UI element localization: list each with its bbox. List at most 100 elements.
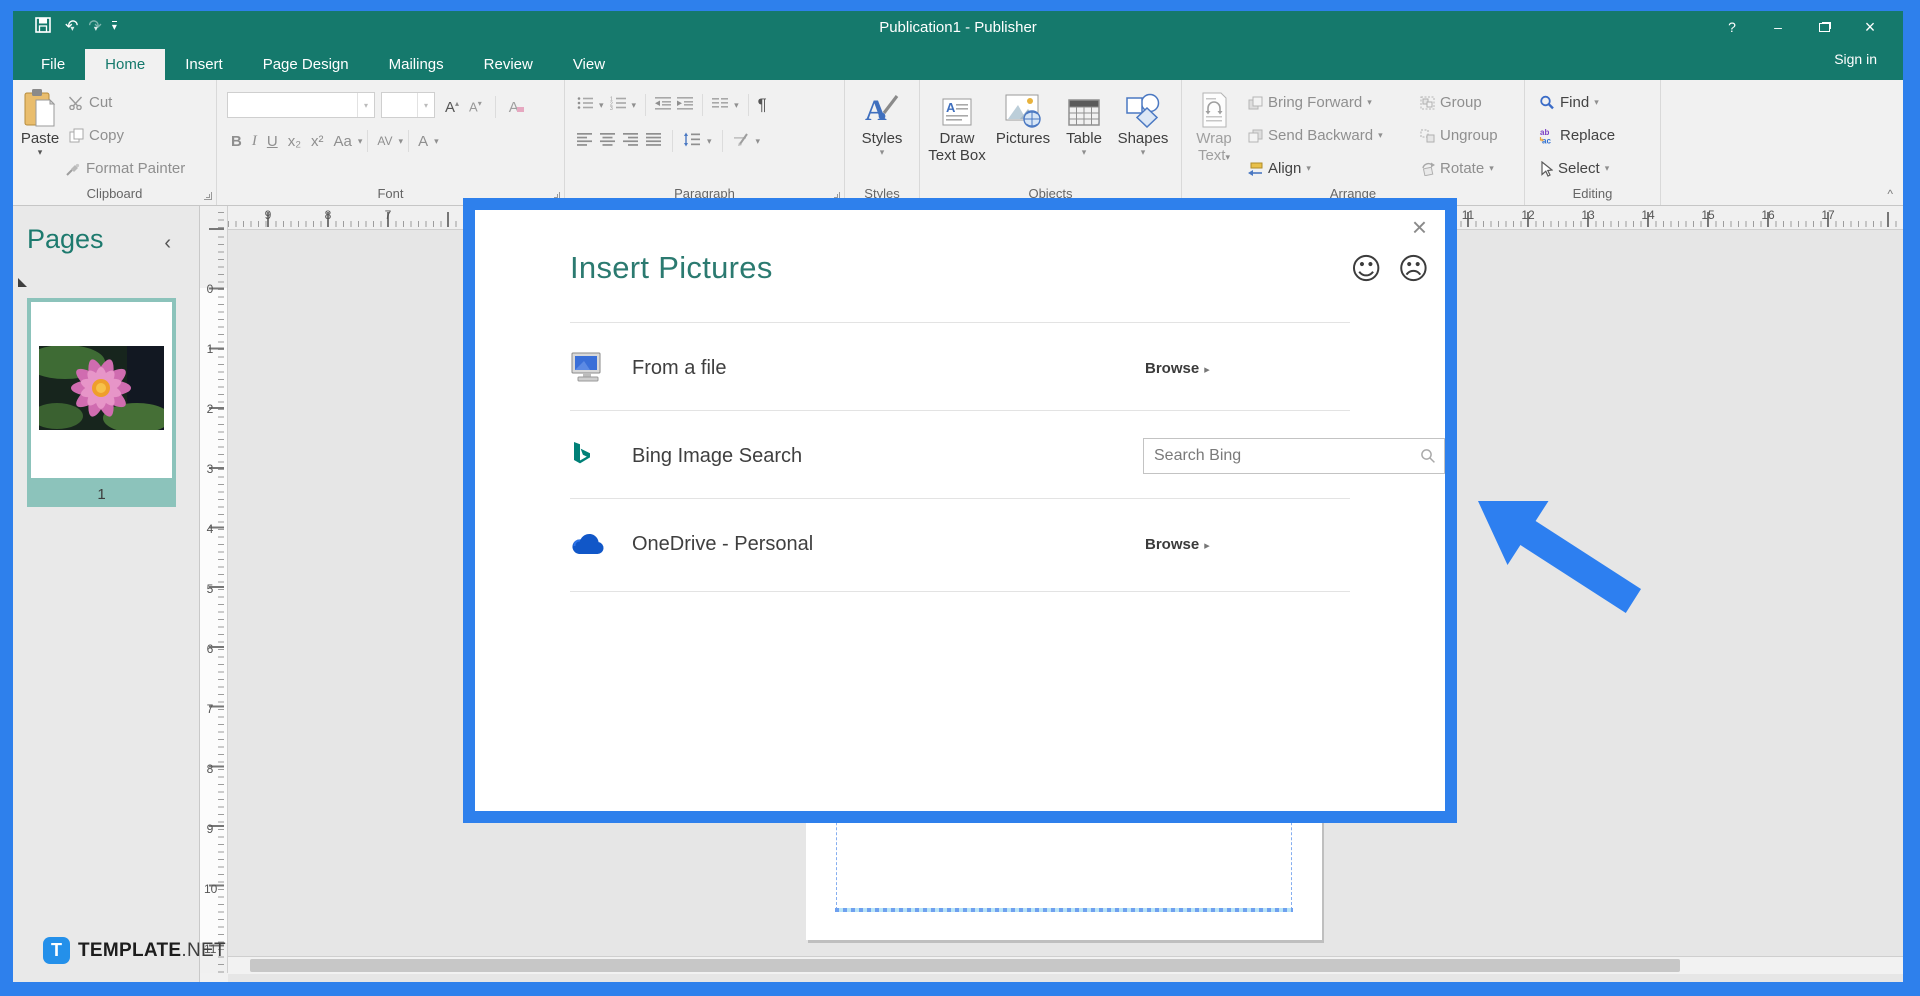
vertical-ruler[interactable]: 0 1 2 3 4 5 6 7 8 9 10 11 [200,206,228,973]
tab-page-design[interactable]: Page Design [243,49,369,80]
v-ruler-number: 8 [204,762,216,776]
dialog-close-button[interactable]: × [1412,214,1427,240]
bold-button[interactable]: B [227,133,246,150]
save-icon[interactable] [35,17,51,37]
tab-file[interactable]: File [21,49,85,80]
scrollbar-thumb[interactable] [250,959,1680,972]
font-name-caret-icon[interactable]: ▾ [357,93,374,117]
font-size-combo[interactable]: ▾ [381,92,435,118]
v-ruler-number: 5 [204,582,216,596]
send-backward-caret-icon: ▾ [1378,130,1383,141]
insert-pictures-button[interactable]: Pictures [990,86,1056,147]
group-button[interactable]: Group [1420,94,1482,111]
align-center-button[interactable] [600,132,616,150]
change-case-button[interactable]: Aa [330,133,356,150]
borders-button[interactable] [733,132,749,150]
customize-qat-icon[interactable]: ▾ [112,21,117,33]
horizontal-scrollbar[interactable] [228,956,1903,974]
font-size-caret-icon[interactable]: ▾ [417,93,434,117]
bullets-button[interactable] [577,96,593,114]
columns-button[interactable] [712,96,728,114]
rotate-button[interactable]: Rotate ▾ [1420,160,1494,177]
font-name-combo[interactable]: ▾ [227,92,375,118]
clipboard-dialog-launcher-icon[interactable] [204,192,212,200]
styles-button[interactable]: A Styles ▾ [853,86,911,158]
cut-button[interactable]: Cut [69,94,112,111]
show-paragraph-marks-button[interactable]: ¶ [758,95,767,115]
character-spacing-button[interactable]: AV [373,134,396,148]
sign-in-link[interactable]: Sign in [1834,51,1877,67]
format-painter-button[interactable]: Format Painter [65,160,185,177]
table-icon [1058,86,1110,128]
tab-view[interactable]: View [553,49,625,80]
onedrive-cloud-icon [570,532,612,556]
minimize-button[interactable]: – [1755,11,1801,43]
align-right-button[interactable] [623,132,639,150]
styles-icon: A [853,86,911,128]
dialog-row-onedrive: OneDrive - Personal Browse▸ [570,516,1350,572]
collapse-panel-icon[interactable]: ‹ [164,232,171,255]
collapse-ribbon-icon[interactable]: ^ [1887,187,1893,201]
font-color-button[interactable]: A [414,133,432,150]
dialog-row-bing: Bing Image Search [570,428,1350,484]
feedback-smile-icon[interactable]: ☺ [1350,252,1381,287]
undo-button[interactable]: ↶▾ [65,18,74,36]
select-caret-icon: ▾ [1605,163,1610,174]
quick-access-toolbar: ↶▾ ↷▾ ▾ [13,17,117,37]
justify-button[interactable] [646,132,662,150]
wrap-text-caret-icon: ▾ [1225,152,1230,162]
template-net-watermark: T TEMPLATE.NET [43,937,226,964]
increase-indent-button[interactable] [677,96,693,114]
subscript-button[interactable]: x₂ [284,133,305,150]
copy-button[interactable]: Copy [69,127,124,144]
ungroup-button[interactable]: Ungroup [1420,127,1498,144]
redo-button[interactable]: ↷▾ [88,18,97,36]
replace-button[interactable]: abac Replace [1539,127,1615,144]
find-button[interactable]: Find ▾ [1539,94,1599,111]
bing-search-label: Bing Image Search [632,445,802,468]
h-ruler-number: 15 [1701,208,1714,222]
insert-table-button[interactable]: Table ▾ [1058,86,1110,158]
paste-button[interactable]: Paste ▾ [17,86,63,158]
shapes-button[interactable]: Shapes ▾ [1112,86,1174,158]
superscript-button[interactable]: x² [307,133,328,150]
character-spacing-caret-icon: ▾ [399,136,404,147]
shrink-font-button[interactable]: A▾ [469,99,482,114]
page-number-badge[interactable]: 1 [27,482,176,507]
tab-insert[interactable]: Insert [165,49,243,80]
tab-review[interactable]: Review [464,49,553,80]
align-button[interactable]: Align ▾ [1248,160,1311,177]
clear-formatting-button[interactable]: A [509,99,524,116]
numbering-button[interactable]: 123 [610,96,626,114]
grow-font-button[interactable]: A▴ [445,99,459,116]
line-spacing-caret-icon: ▾ [707,136,712,147]
decrease-indent-button[interactable] [655,96,671,114]
bring-forward-button[interactable]: Bring Forward ▾ [1248,94,1372,111]
from-file-browse-button[interactable]: Browse▸ [1145,360,1210,377]
bing-search-input[interactable] [1144,447,1420,465]
draw-text-box-button[interactable]: A DrawText Box [926,86,988,164]
italic-button[interactable]: I [248,133,261,150]
shapes-caret-icon: ▾ [1112,147,1174,158]
select-button[interactable]: Select ▾ [1539,160,1609,177]
wrap-text-button[interactable]: WrapText▾ [1188,86,1240,166]
undo-caret-icon[interactable]: ▾ [70,24,74,33]
restore-button[interactable] [1801,11,1847,43]
help-button[interactable]: ? [1709,11,1755,43]
tab-mailings[interactable]: Mailings [369,49,464,80]
underline-button[interactable]: U [263,133,282,150]
svg-text:3: 3 [610,106,613,110]
line-spacing-button[interactable] [683,132,700,151]
send-backward-button[interactable]: Send Backward ▾ [1248,127,1383,144]
page-thumbnail[interactable] [27,298,176,482]
feedback-frown-icon[interactable]: ☹ [1398,252,1429,287]
ribbon: Paste ▾ Cut Copy Format Painter Clipboar… [13,80,1903,206]
v-ruler-number: 0 [204,282,216,296]
align-left-button[interactable] [577,132,593,150]
ungroup-icon [1420,129,1435,143]
search-icon[interactable] [1420,448,1436,464]
close-window-button[interactable]: × [1847,11,1893,43]
onedrive-browse-button[interactable]: Browse▸ [1145,536,1210,553]
dialog-divider [570,498,1350,499]
tab-home[interactable]: Home [85,49,165,80]
